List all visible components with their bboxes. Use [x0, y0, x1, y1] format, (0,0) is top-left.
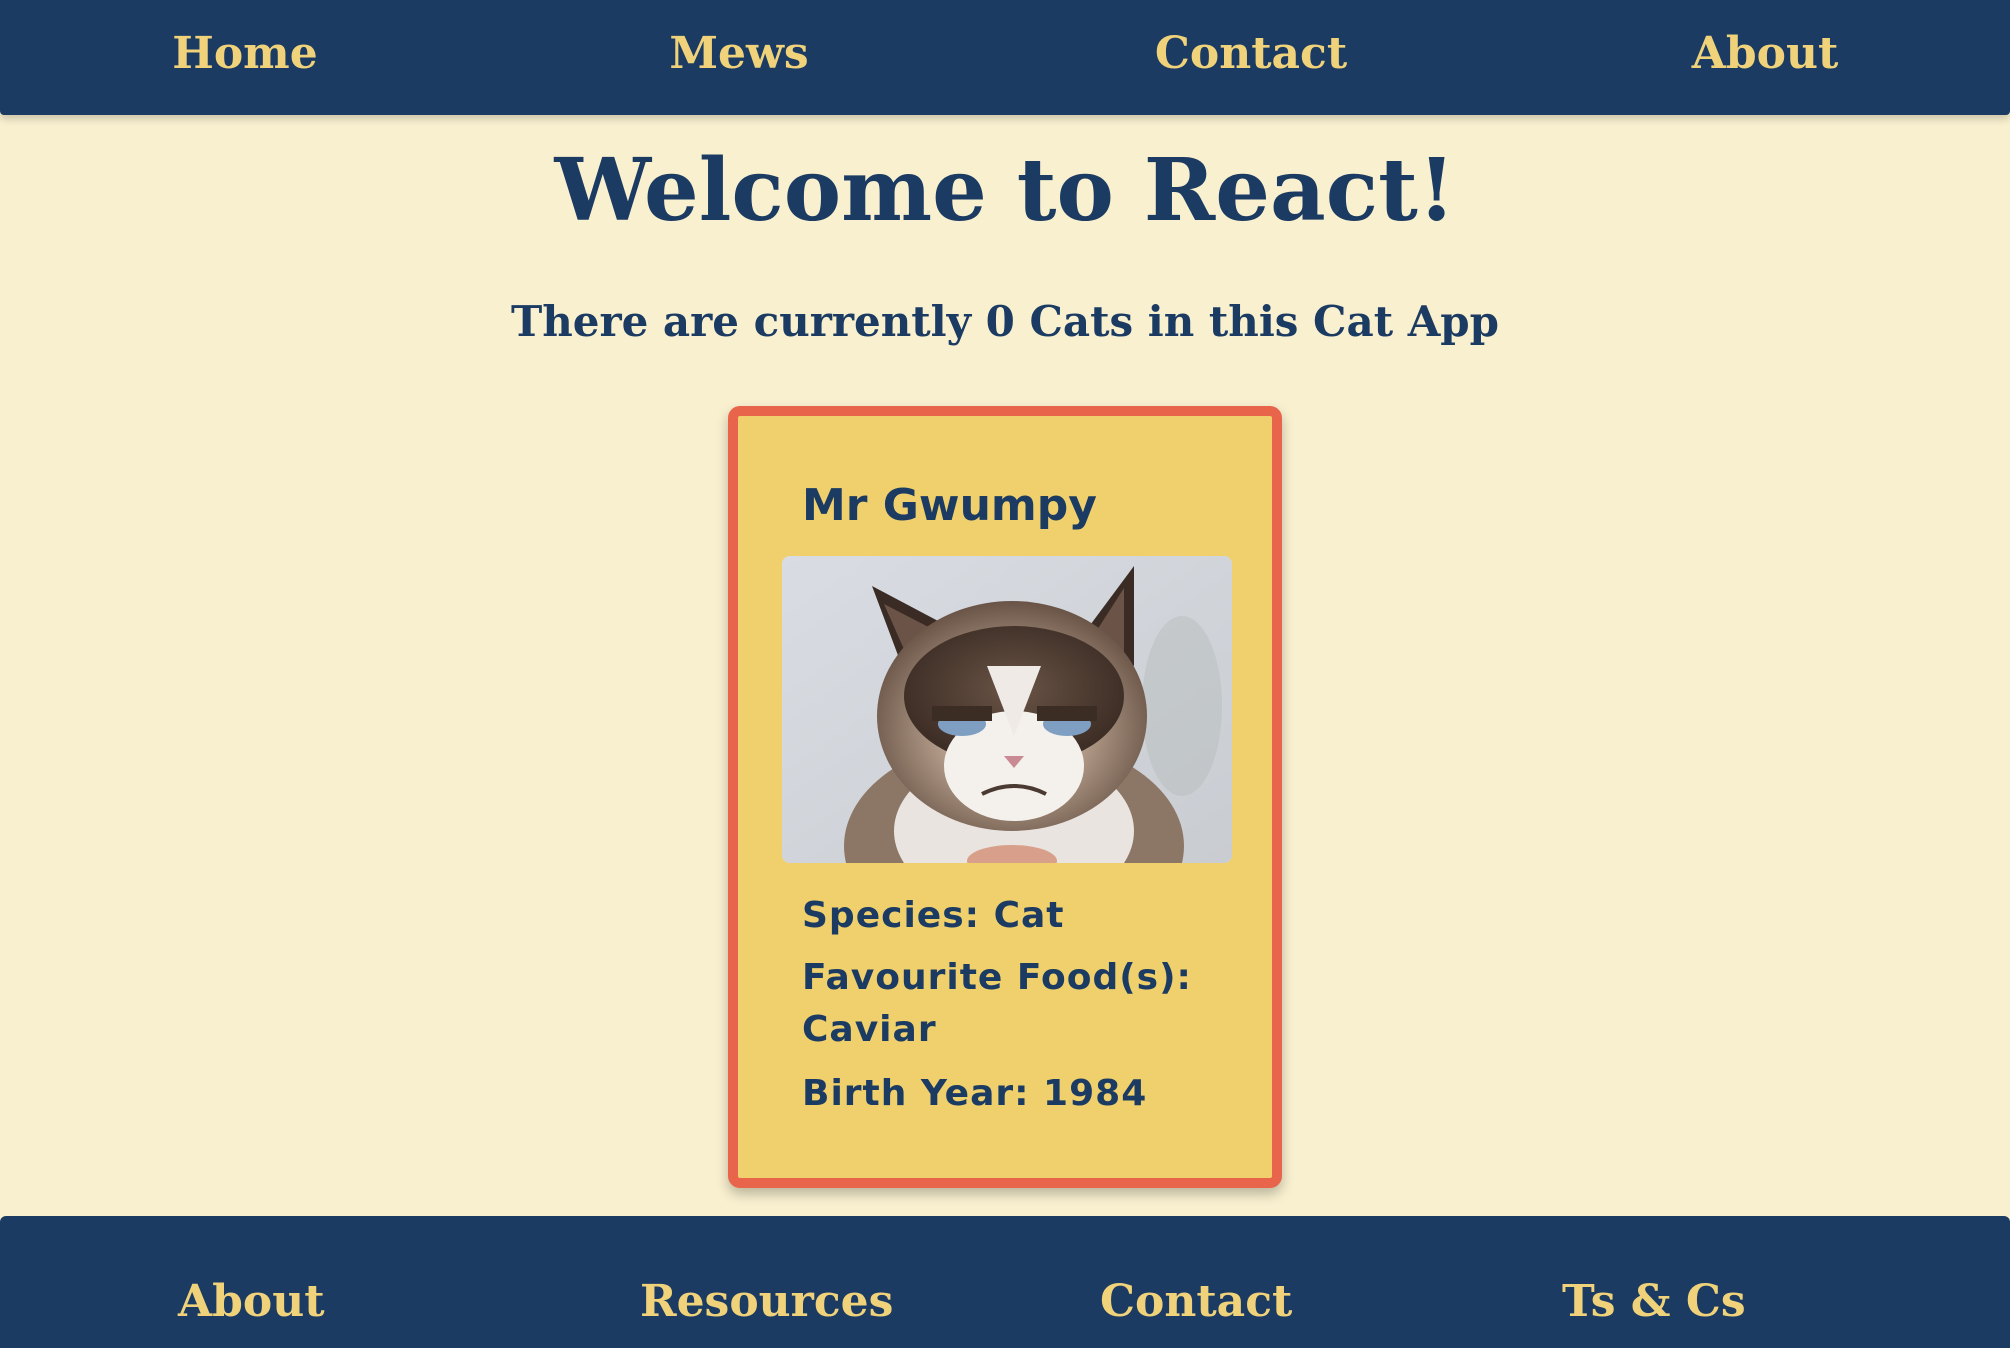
- cat-favourite-food: Favourite Food(s): Caviar: [802, 957, 1192, 1050]
- page-footer: About Resources Contact Ts & Cs: [0, 1216, 2010, 1348]
- nav-home-link[interactable]: Home: [172, 24, 317, 84]
- top-navbar: Home Mews Contact About: [0, 0, 2010, 115]
- footer-resources-heading[interactable]: Resources: [640, 1272, 893, 1332]
- footer-contact-heading[interactable]: Contact: [1100, 1272, 1292, 1332]
- grumpy-cat-photo-icon: [782, 556, 1232, 863]
- cat-photo: [782, 556, 1232, 863]
- cat-species: Species: Cat: [802, 895, 1065, 936]
- page-title: Welcome to React!: [554, 140, 1456, 241]
- cat-count-subtitle: There are currently 0 Cats in this Cat A…: [510, 297, 1500, 346]
- nav-about-link[interactable]: About: [1692, 24, 1839, 84]
- nav-contact-link[interactable]: Contact: [1155, 24, 1347, 84]
- footer-about-heading[interactable]: About: [178, 1272, 325, 1332]
- cat-birth-year: Birth Year: 1984: [802, 1073, 1148, 1114]
- footer-terms-heading[interactable]: Ts & Cs: [1562, 1272, 1746, 1332]
- nav-mews-link[interactable]: Mews: [669, 24, 808, 84]
- cat-card: Mr Gwumpy Species: Cat Favourite Food(s)…: [728, 406, 1282, 1188]
- cat-name: Mr Gwumpy: [802, 480, 1097, 531]
